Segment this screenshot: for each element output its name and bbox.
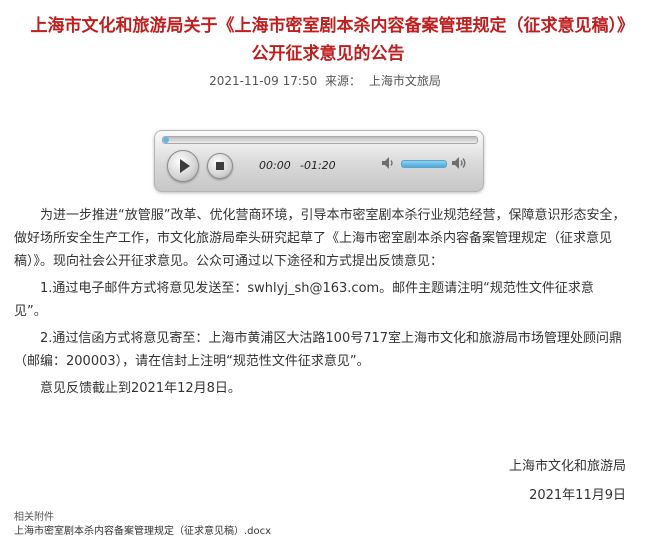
attachments-label: 相关附件 — [14, 512, 54, 523]
article-body: 为进一步推进“放管服”改革、优化营商环境，引导本市密室剧本杀行业规范经营，保障意… — [14, 204, 626, 404]
signature: 上海市文化和旅游局 — [508, 459, 626, 474]
source-label: 来源： — [325, 74, 362, 88]
volume-high-icon[interactable] — [451, 156, 467, 170]
current-time: 00:00 — [259, 159, 291, 172]
source-name: 上海市文旅局 — [368, 74, 441, 88]
progress-bar[interactable] — [162, 136, 478, 144]
paragraph-mail: 2.通过信函方式将意见寄至：上海市黄浦区大沽路100号717室上海市文化和旅游局… — [14, 331, 623, 369]
remaining-time: -01:20 — [300, 159, 336, 172]
audio-player: 00:00 -01:20 — [154, 130, 484, 192]
paragraph-deadline: 意见反馈截止到2021年12月8日。 — [40, 381, 241, 396]
paragraph-email: 1.通过电子邮件方式将意见发送至：swhlyj_sh@163.com。邮件主题请… — [14, 281, 594, 319]
page-title: 上海市文化和旅游局关于《上海市密室剧本杀内容备案管理规定（征求意见稿）》公开征求… — [30, 16, 626, 64]
signature-date: 2021年11月9日 — [529, 488, 626, 503]
volume-slider[interactable] — [401, 160, 447, 168]
paragraph-intro: 为进一步推进“放管服”改革、优化营商环境，引导本市密室剧本杀行业规范经营，保障意… — [14, 208, 626, 269]
article-meta: 2021-11-09 17:50 来源： 上海市文旅局 — [0, 72, 650, 89]
progress-fill — [163, 137, 170, 143]
stop-button[interactable] — [207, 153, 233, 179]
publish-datetime: 2021-11-09 17:50 — [209, 74, 318, 88]
play-button[interactable] — [167, 150, 199, 182]
attachment-link[interactable]: 上海市密室剧本杀内容备案管理规定（征求意见稿）.docx — [14, 522, 271, 537]
volume-low-icon[interactable] — [381, 156, 397, 170]
